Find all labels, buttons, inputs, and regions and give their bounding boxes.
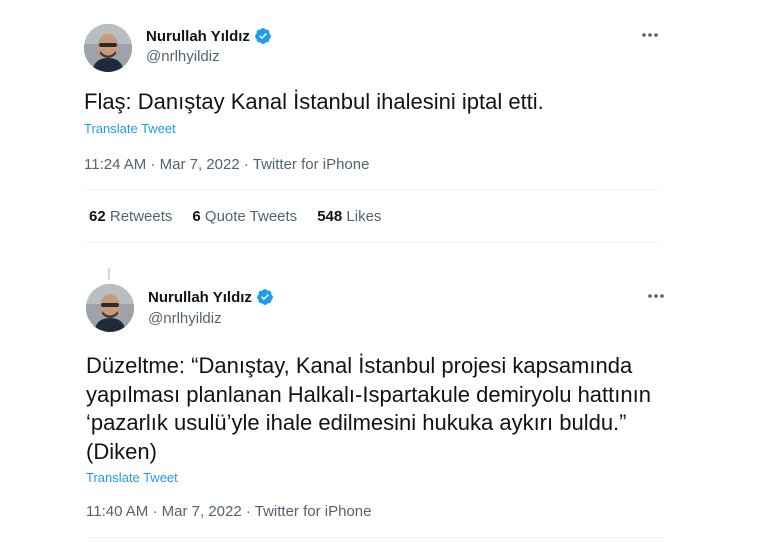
tweet-text: Flaş: Danıştay Kanal İstanbul ihalesini … bbox=[84, 89, 544, 114]
tweet-stats: 62 Retweets 6 Quote Tweets 548 Likes bbox=[89, 208, 381, 225]
author-name-row[interactable]: Nurullah Yıldız bbox=[146, 27, 272, 45]
author-name-row[interactable]: Nurullah Yıldız bbox=[148, 288, 274, 306]
author-name[interactable]: Nurullah Yıldız bbox=[146, 28, 250, 45]
more-options-icon[interactable] bbox=[640, 25, 660, 45]
author-handle[interactable]: @nrlhyildiz bbox=[148, 310, 222, 327]
quotes-label: Quote Tweets bbox=[204, 208, 298, 225]
quote-tweets-stat[interactable]: 6 Quote Tweets bbox=[192, 208, 297, 225]
tweet-date[interactable]: Mar 7, 2022 bbox=[160, 156, 240, 173]
tweet-time[interactable]: 11:40 AM bbox=[86, 503, 148, 520]
meta-separator: · bbox=[245, 503, 251, 520]
likes-count: 548 bbox=[317, 208, 343, 225]
tweet-time[interactable]: 11:24 AM bbox=[84, 156, 146, 173]
retweets-label: Retweets bbox=[109, 208, 173, 225]
more-options-icon[interactable] bbox=[646, 286, 666, 306]
tweet-text: Düzeltme: “Danıştay, Kanal İstanbul proj… bbox=[86, 353, 651, 464]
meta-separator: · bbox=[150, 156, 156, 173]
divider bbox=[84, 242, 660, 243]
tweet-meta: 11:40 AM · Mar 7, 2022 · Twitter for iPh… bbox=[86, 503, 371, 520]
author-handle[interactable]: @nrlhyildiz bbox=[146, 48, 220, 65]
author-name[interactable]: Nurullah Yıldız bbox=[148, 289, 252, 306]
verified-badge-icon bbox=[256, 288, 274, 306]
verified-badge-icon bbox=[254, 27, 272, 45]
translate-tweet-link[interactable]: Translate Tweet bbox=[86, 470, 178, 485]
divider bbox=[84, 189, 660, 190]
likes-stat[interactable]: 548 Likes bbox=[317, 208, 381, 225]
tweet-meta: 11:24 AM · Mar 7, 2022 · Twitter for iPh… bbox=[84, 156, 369, 173]
meta-separator: · bbox=[152, 503, 158, 520]
tweet-source[interactable]: Twitter for iPhone bbox=[255, 503, 372, 520]
translate-tweet-link[interactable]: Translate Tweet bbox=[84, 121, 176, 136]
avatar[interactable] bbox=[84, 24, 132, 72]
retweets-count: 62 bbox=[89, 208, 106, 225]
divider bbox=[86, 537, 666, 538]
likes-label: Likes bbox=[346, 208, 382, 225]
tweet-date[interactable]: Mar 7, 2022 bbox=[162, 503, 242, 520]
meta-separator: · bbox=[243, 156, 249, 173]
tweet-source[interactable]: Twitter for iPhone bbox=[253, 156, 370, 173]
retweets-stat[interactable]: 62 Retweets bbox=[89, 208, 172, 225]
thread-line bbox=[108, 268, 110, 280]
quotes-count: 6 bbox=[192, 208, 201, 225]
avatar[interactable] bbox=[86, 284, 134, 332]
